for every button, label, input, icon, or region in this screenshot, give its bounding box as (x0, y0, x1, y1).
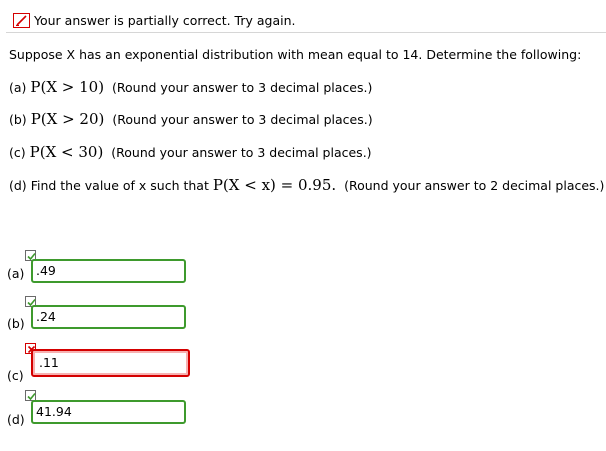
answer-value: .11 (39, 355, 59, 370)
question-intro: Suppose X has an exponential distributio… (9, 47, 582, 62)
answer-input-a[interactable]: .49 (31, 259, 186, 283)
question-part-d: (d) Find the value of x such that P(X < … (9, 176, 604, 194)
answer-label-a: (a) (7, 266, 25, 281)
part-label: (b) (9, 112, 27, 127)
status-banner: Your answer is partially correct. Try ag… (6, 10, 606, 33)
question-part-c: (c) P(X < 30) (Round your answer to 3 de… (9, 143, 372, 161)
status-message: Your answer is partially correct. Try ag… (34, 13, 296, 28)
part-instruction: (Round your answer to 3 decimal places.) (112, 112, 373, 127)
answer-value: .24 (36, 309, 56, 324)
answer-value: .49 (36, 263, 56, 278)
part-expression: P(X < 30) (29, 143, 104, 161)
answer-input-d[interactable]: 41.94 (31, 400, 186, 424)
part-label: (d) (9, 178, 27, 193)
question-part-b: (b) P(X > 20) (Round your answer to 3 de… (9, 110, 373, 128)
answer-input-b[interactable]: .24 (31, 305, 186, 329)
question-part-a: (a) P(X > 10) (Round your answer to 3 de… (9, 78, 372, 96)
answer-label-d: (d) (7, 412, 25, 427)
part-expression: P(X > 20) (30, 110, 105, 128)
part-expression: P(X < x) = 0.95. (212, 176, 337, 194)
answer-value: 41.94 (36, 404, 72, 419)
part-prefix: Find the value of x such that (30, 178, 209, 193)
answer-input-c[interactable]: .11 (31, 349, 190, 377)
part-instruction: (Round your answer to 3 decimal places.) (112, 80, 373, 95)
partially-correct-icon (13, 13, 30, 28)
part-label: (c) (9, 145, 26, 160)
part-label: (a) (9, 80, 27, 95)
answer-label-b: (b) (7, 316, 25, 331)
part-expression: P(X > 10) (30, 78, 105, 96)
answer-label-c: (c) (7, 368, 24, 383)
part-instruction: (Round your answer to 2 decimal places.) (344, 178, 605, 193)
part-instruction: (Round your answer to 3 decimal places.) (111, 145, 372, 160)
